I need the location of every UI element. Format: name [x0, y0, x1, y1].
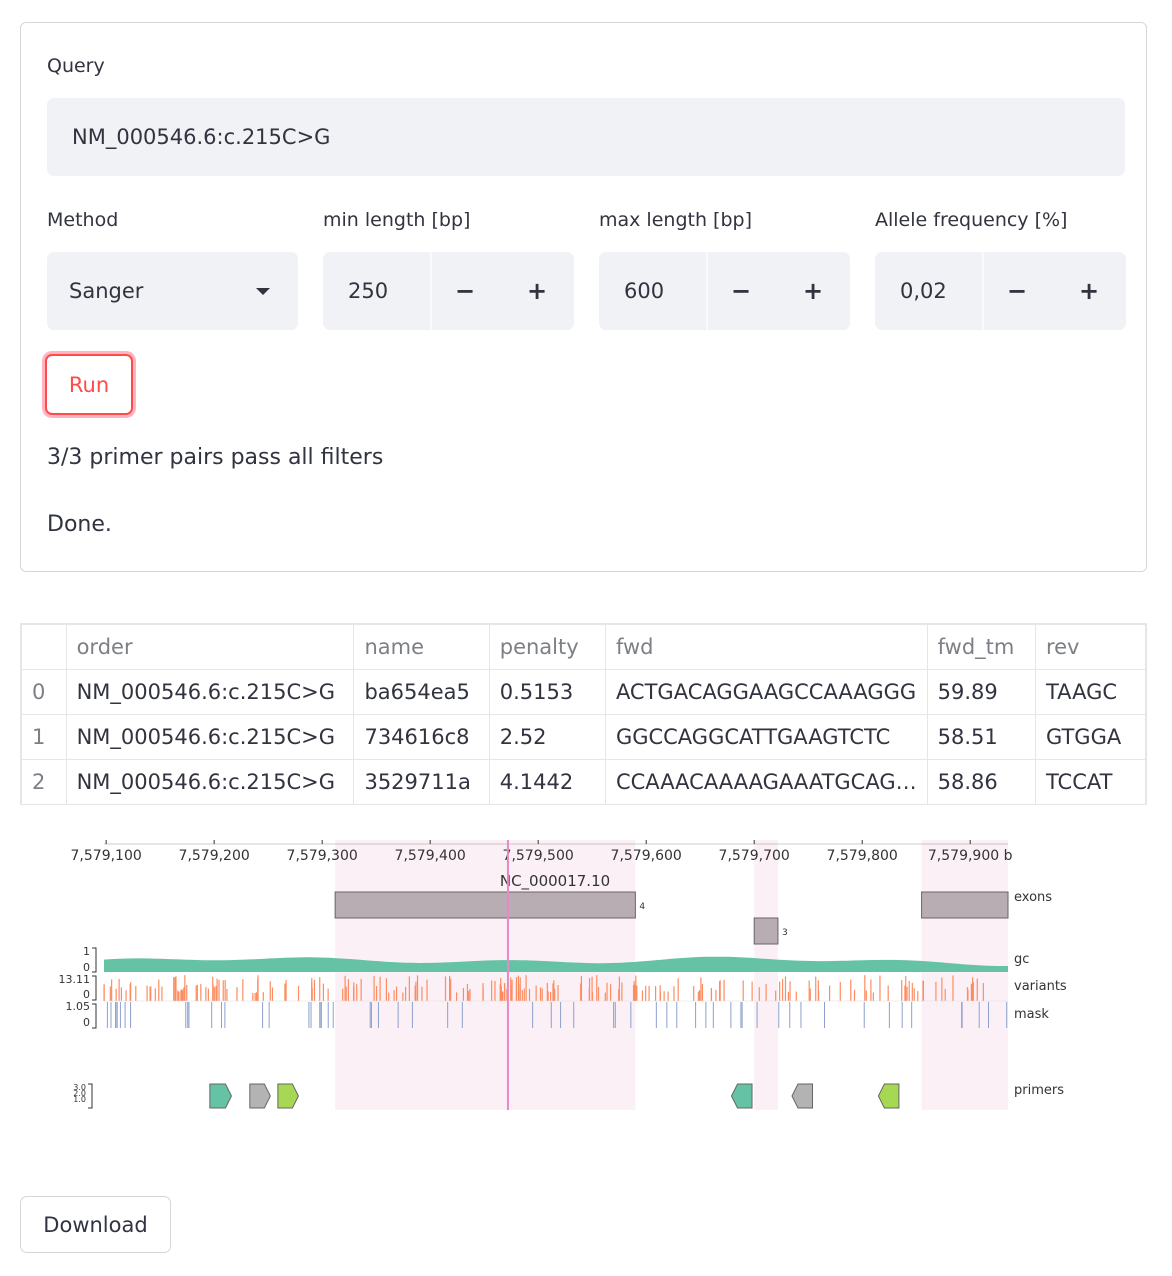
method-select[interactable]: Sanger — [47, 252, 298, 330]
primer-rev-2 — [791, 1083, 814, 1109]
x-tick-label: 7,579,900 b — [928, 848, 1013, 864]
y-tick-label: 0 — [83, 1016, 90, 1029]
column-header-penalty[interactable]: penalty — [488, 624, 606, 670]
x-tick-label: 7,579,800 — [827, 848, 898, 864]
table-row[interactable]: 1 NM_000546.6:c.215C>G 734616c8 2.52 GGC… — [21, 714, 1146, 760]
track-label-exons: exons — [1014, 890, 1052, 905]
y-tick-label: 1 — [83, 945, 90, 958]
x-tick-label: 7,579,500 — [503, 848, 574, 864]
allele-frequency-label: Allele frequency [%] — [875, 209, 1068, 231]
method-label: Method — [47, 209, 119, 231]
min-length-stepper[interactable]: 250 − + — [323, 252, 574, 330]
y-axis-bracket — [92, 975, 97, 1001]
allele-frequency-increment-button[interactable]: + — [1054, 252, 1124, 330]
table-row[interactable]: 0 NM_000546.6:c.215C>G ba654ea5 0.5153 A… — [21, 669, 1146, 715]
column-header-index — [21, 624, 67, 670]
primer-rev-3 — [877, 1083, 900, 1109]
status-done-text: Done. — [47, 512, 112, 537]
cell-fwd[interactable]: CCAAACAAAAGAAATGCAG… — [604, 759, 928, 804]
cell-fwd-tm[interactable]: 58.86 — [926, 759, 1036, 804]
exon-box — [334, 891, 636, 919]
cell-order[interactable]: NM_000546.6:c.215C>G — [65, 714, 355, 760]
x-tick-label: 7,579,300 — [287, 848, 358, 864]
chevron-down-icon — [256, 288, 270, 295]
query-form: Query NM_000546.6:c.215C>G Method min le… — [20, 22, 1147, 572]
min-length-increment-button[interactable]: + — [502, 252, 572, 330]
column-header-rev[interactable]: rev — [1034, 624, 1146, 670]
method-select-value: Sanger — [69, 279, 144, 303]
primer-fwd-1 — [209, 1083, 233, 1109]
min-length-input[interactable]: 250 — [348, 252, 388, 330]
column-header-order[interactable]: order — [65, 624, 355, 670]
query-label: Query — [47, 55, 105, 77]
y-tick-label: 1.0 — [73, 1095, 86, 1104]
cell-penalty[interactable]: 4.1442 — [488, 759, 606, 804]
x-tick-label: 7,579,400 — [395, 848, 466, 864]
cell-order[interactable]: NM_000546.6:c.215C>G — [65, 669, 355, 715]
track-label-gc: gc — [1014, 952, 1029, 967]
allele-frequency-stepper[interactable]: 0,02 − + — [875, 252, 1126, 330]
min-length-label: min length [bp] — [323, 209, 471, 231]
primer-fwd-2 — [249, 1083, 271, 1109]
query-input[interactable]: NM_000546.6:c.215C>G — [47, 98, 1125, 176]
exon-shade — [754, 840, 778, 1110]
row-index: 0 — [21, 669, 67, 715]
y-axis-bracket — [92, 947, 97, 973]
allele-frequency-input[interactable]: 0,02 — [900, 252, 947, 330]
column-header-fwd-tm[interactable]: fwd_tm — [926, 624, 1036, 670]
cell-penalty[interactable]: 2.52 — [488, 714, 606, 760]
x-tick-label: 7,579,700 — [719, 848, 790, 864]
cell-name[interactable]: ba654ea5 — [353, 669, 490, 715]
download-button[interactable]: Download — [20, 1196, 171, 1253]
primer-fwd-3 — [277, 1083, 299, 1109]
track-label-primers: primers — [1014, 1083, 1064, 1098]
cell-fwd[interactable]: GGCCAGGCATTGAAGTCTC — [604, 714, 928, 760]
allele-frequency-decrement-button[interactable]: − — [982, 252, 1052, 330]
x-tick-label: 7,579,600 — [611, 848, 682, 864]
exon-label: 3 — [782, 928, 788, 938]
genome-track-plot: 7,579,100 7,579,200 7,579,300 7,579,400 7,57… — [59, 840, 1067, 1110]
max-length-label: max length [bp] — [599, 209, 752, 231]
y-axis-bracket — [92, 1003, 97, 1029]
cell-name[interactable]: 734616c8 — [353, 714, 490, 760]
track-label-variants: variants — [1014, 979, 1067, 994]
cell-fwd[interactable]: ACTGACAGGAAGCCAAAGGG — [604, 669, 928, 715]
primer-rev-1 — [730, 1083, 753, 1109]
y-tick-label: 1.05 — [66, 1000, 91, 1013]
cell-fwd-tm[interactable]: 59.89 — [926, 669, 1036, 715]
run-button[interactable]: Run — [45, 354, 133, 415]
table-header-row: order name penalty fwd fwd_tm rev — [21, 624, 1146, 670]
max-length-decrement-button[interactable]: − — [706, 252, 776, 330]
max-length-stepper[interactable]: 600 − + — [599, 252, 850, 330]
x-tick-label: 7,579,200 — [179, 848, 250, 864]
row-index: 1 — [21, 714, 67, 760]
column-header-name[interactable]: name — [353, 624, 490, 670]
exon-shade — [921, 840, 1008, 1110]
chromosome-label: NC_000017.10 — [500, 872, 610, 891]
y-tick-label: 13.11 — [59, 973, 91, 986]
cell-rev[interactable]: TCCAT — [1034, 759, 1146, 804]
x-tick-label: 7,579,100 — [71, 848, 142, 864]
min-length-decrement-button[interactable]: − — [430, 252, 500, 330]
row-index: 2 — [21, 759, 67, 804]
max-length-increment-button[interactable]: + — [778, 252, 848, 330]
primer-table[interactable]: order name penalty fwd fwd_tm rev 0 NM_0… — [20, 623, 1147, 805]
cell-order[interactable]: NM_000546.6:c.215C>G — [65, 759, 355, 804]
exon-box — [753, 917, 779, 945]
cell-rev[interactable]: GTGGA — [1034, 714, 1146, 760]
cell-name[interactable]: 3529711a — [353, 759, 490, 804]
column-header-fwd[interactable]: fwd — [604, 624, 928, 670]
status-pass-text: 3/3 primer pairs pass all filters — [47, 445, 384, 470]
table-row[interactable]: 2 NM_000546.6:c.215C>G 3529711a 4.1442 C… — [21, 759, 1146, 804]
max-length-input[interactable]: 600 — [624, 252, 664, 330]
cell-penalty[interactable]: 0.5153 — [488, 669, 606, 715]
cell-rev[interactable]: TAAGC — [1034, 669, 1146, 715]
cell-fwd-tm[interactable]: 58.51 — [926, 714, 1036, 760]
y-axis-bracket — [88, 1083, 93, 1109]
exon-label: 4 — [639, 902, 645, 912]
exon-box — [921, 891, 1009, 919]
track-label-mask: mask — [1014, 1007, 1049, 1022]
